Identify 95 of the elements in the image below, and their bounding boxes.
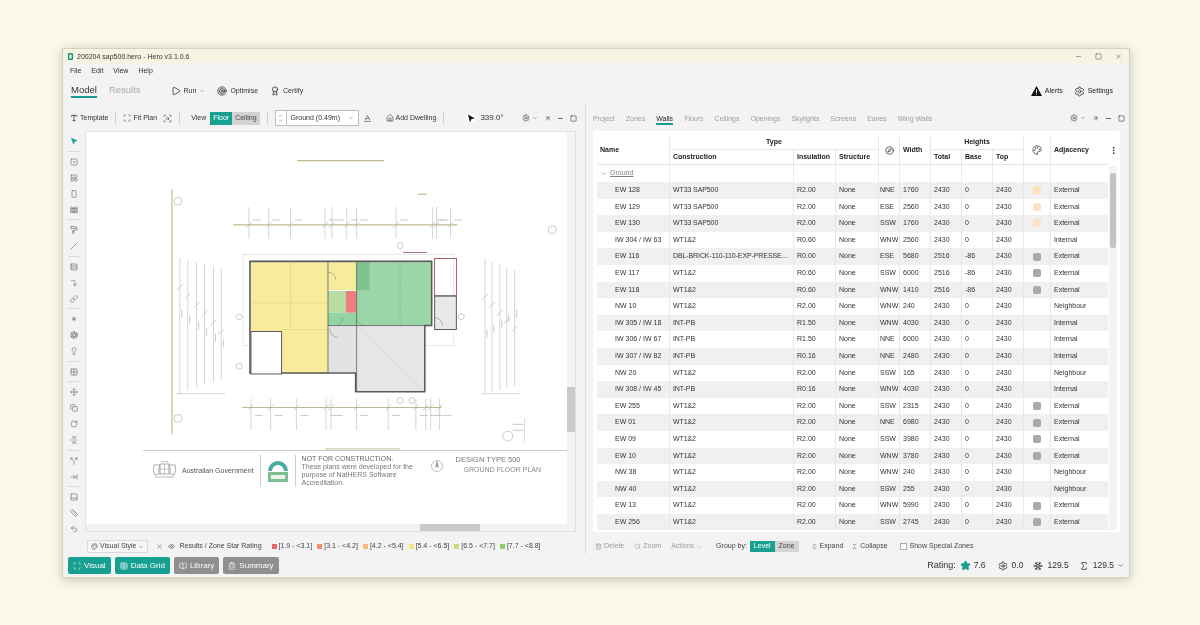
pointer-icon[interactable] bbox=[70, 137, 78, 145]
chevron-icon[interactable] bbox=[600, 170, 607, 177]
maximize-icon[interactable] bbox=[1095, 52, 1102, 60]
rows-icon[interactable] bbox=[70, 262, 78, 271]
palette-icon bbox=[91, 543, 98, 550]
horizontal-scrollbar[interactable] bbox=[86, 524, 567, 531]
rating-label: Rating: bbox=[927, 558, 956, 572]
gear-icon bbox=[997, 560, 1008, 571]
chevron-down-icon bbox=[278, 118, 284, 123]
warning-icon bbox=[1030, 86, 1042, 96]
expand-icon bbox=[810, 543, 818, 550]
scan-search-icon[interactable] bbox=[163, 113, 173, 123]
play-icon bbox=[170, 86, 181, 96]
emblem-icon bbox=[151, 461, 178, 478]
mode-tab[interactable]: Model bbox=[71, 84, 97, 98]
pop-out-icon[interactable] bbox=[544, 114, 551, 122]
close-icon[interactable] bbox=[1115, 52, 1122, 60]
color-swatch[interactable] bbox=[1033, 501, 1041, 510]
caret-icon[interactable] bbox=[1080, 115, 1086, 121]
arrow-to-line-icon[interactable] bbox=[70, 472, 78, 481]
metric-value: 0.0 bbox=[1011, 559, 1024, 572]
split-icon[interactable] bbox=[70, 456, 78, 465]
table-icon bbox=[119, 561, 128, 570]
color-swatch[interactable] bbox=[1033, 219, 1041, 228]
color-swatch[interactable] bbox=[1033, 186, 1041, 195]
chevron-up-icon bbox=[278, 113, 284, 118]
metric-value: 129.5 bbox=[1047, 559, 1069, 572]
scan-icon bbox=[123, 114, 132, 122]
panel-icon[interactable] bbox=[70, 173, 78, 182]
level-stepper[interactable] bbox=[274, 110, 287, 126]
direction-arrow-icon bbox=[465, 112, 478, 124]
panel-bottom-icon[interactable] bbox=[70, 493, 78, 501]
maximize-icon[interactable] bbox=[570, 114, 577, 122]
color-swatch[interactable] bbox=[1033, 252, 1041, 261]
fence-icon[interactable] bbox=[70, 205, 78, 214]
color-swatch[interactable] bbox=[1033, 269, 1041, 278]
close-icon[interactable] bbox=[156, 543, 164, 550]
star-icon bbox=[959, 560, 971, 571]
corner-arrow-icon[interactable] bbox=[70, 278, 78, 287]
color-swatch[interactable] bbox=[1033, 402, 1041, 410]
color-swatch[interactable] bbox=[1033, 518, 1041, 527]
caret-icon bbox=[199, 88, 206, 94]
grid-icon[interactable] bbox=[70, 367, 78, 376]
move-icon[interactable] bbox=[70, 388, 78, 396]
asterisk-icon[interactable] bbox=[70, 315, 78, 323]
color-swatch[interactable] bbox=[1033, 202, 1041, 211]
aperture-icon[interactable] bbox=[70, 331, 78, 339]
caret-icon[interactable] bbox=[1117, 562, 1124, 569]
text-icon bbox=[70, 114, 78, 122]
app-icon bbox=[68, 52, 73, 60]
award-icon bbox=[270, 86, 281, 96]
checkbox[interactable] bbox=[899, 543, 907, 550]
caret-icon bbox=[347, 115, 354, 121]
rating-value: 7.6 bbox=[973, 559, 986, 572]
color-swatch[interactable] bbox=[1033, 418, 1041, 427]
pop-out-icon[interactable] bbox=[1092, 114, 1099, 122]
text-baseline-icon[interactable] bbox=[362, 113, 372, 123]
rectangle-icon[interactable] bbox=[70, 189, 78, 198]
caret-icon[interactable] bbox=[532, 115, 538, 121]
ruler-icon[interactable] bbox=[70, 509, 78, 517]
house-icon bbox=[385, 114, 394, 122]
roller-icon[interactable] bbox=[70, 226, 78, 234]
flip-icon[interactable] bbox=[70, 436, 78, 444]
color-swatch[interactable] bbox=[1033, 451, 1041, 460]
search-icon bbox=[634, 543, 642, 550]
lightbulb-icon[interactable] bbox=[70, 347, 78, 355]
compass-icon bbox=[884, 145, 894, 155]
target-icon bbox=[217, 86, 228, 96]
vertical-scrollbar[interactable] bbox=[1109, 166, 1117, 530]
scan-icon bbox=[73, 561, 81, 570]
palette-icon bbox=[1032, 145, 1042, 155]
undo-icon[interactable] bbox=[70, 525, 78, 533]
eye-icon[interactable] bbox=[168, 543, 176, 550]
rotation-value: 339.0° bbox=[480, 112, 504, 124]
book-icon bbox=[178, 561, 187, 570]
collapse-icon bbox=[851, 543, 859, 550]
maximize-icon[interactable] bbox=[1118, 114, 1125, 122]
sigma-icon bbox=[1078, 560, 1089, 571]
gear-icon bbox=[1073, 85, 1085, 97]
caret-icon bbox=[138, 543, 145, 550]
rotate-icon[interactable] bbox=[70, 420, 78, 428]
link-icon[interactable] bbox=[70, 294, 78, 303]
line-icon[interactable] bbox=[70, 242, 78, 250]
gear-icon[interactable] bbox=[522, 114, 530, 122]
clipboard-icon bbox=[228, 561, 237, 570]
square-dot-icon[interactable] bbox=[70, 157, 78, 166]
trash-icon bbox=[595, 543, 602, 550]
gear-icon[interactable] bbox=[1070, 114, 1078, 122]
metric-value: 129.5 bbox=[1092, 559, 1114, 572]
vertical-scrollbar[interactable] bbox=[567, 132, 575, 531]
color-swatch[interactable] bbox=[1033, 435, 1041, 444]
copy-icon[interactable] bbox=[70, 404, 78, 412]
color-swatch[interactable] bbox=[1033, 285, 1041, 294]
caret-icon bbox=[696, 543, 703, 550]
snowflake-icon bbox=[1033, 560, 1044, 571]
